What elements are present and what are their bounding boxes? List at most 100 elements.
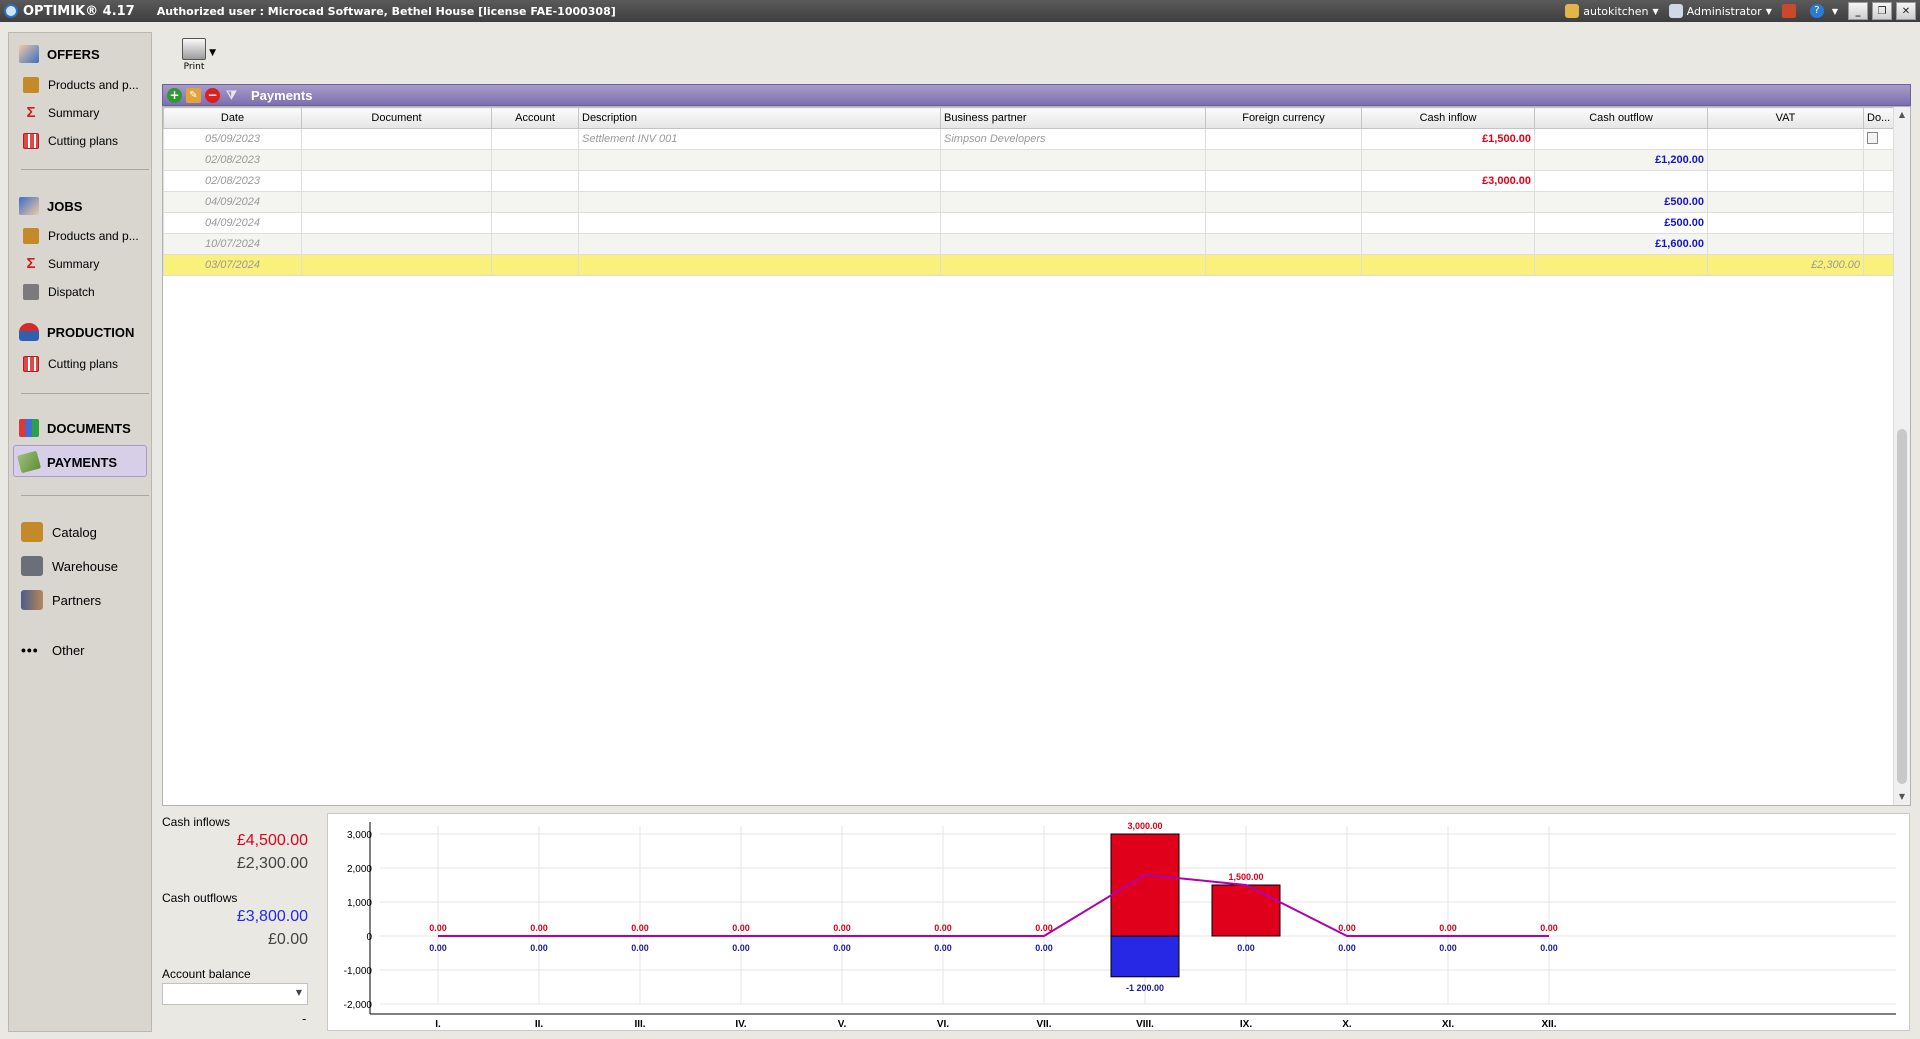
sidebar-section-payments[interactable]: PAYMENTS <box>17 450 117 474</box>
scroll-up-icon[interactable]: ▲ <box>1894 107 1910 123</box>
cell-date: 04/09/2024 <box>163 191 302 213</box>
cell-doc[interactable] <box>1863 128 1894 150</box>
cell-outflow: £500.00 <box>1534 212 1708 234</box>
app-name: OPTIMIK® 4.17 <box>23 3 135 19</box>
cashflow-chart: 3,000 2,000 1,000 0 -1,000 -2,000 0.00 0.00 I. 0.… <box>327 813 1910 1031</box>
document-edit-icon[interactable] <box>1867 131 1878 144</box>
sidebar-item-warehouse[interactable]: Warehouse <box>21 556 118 576</box>
account-select[interactable]: ▼ <box>162 983 308 1005</box>
inflow-data-label: 0.00 <box>530 923 548 933</box>
sidebar-section-offers[interactable]: OFFERS <box>19 45 100 63</box>
outflow-data-label: 0.00 <box>1439 943 1457 953</box>
scroll-down-icon[interactable]: ▼ <box>1894 789 1910 805</box>
col-header-date[interactable]: Date <box>163 107 302 129</box>
col-header-cash-outflow[interactable]: Cash outflow <box>1534 107 1708 129</box>
worker-icon <box>19 323 39 341</box>
cell-inflow <box>1361 254 1535 276</box>
table-row[interactable]: 02/08/2023 £3,000.00 <box>163 170 1894 192</box>
sidebar-section-jobs[interactable]: JOBS <box>19 197 82 215</box>
cell-document <box>301 212 492 234</box>
cell-vat <box>1707 191 1864 213</box>
cell-document <box>301 128 492 150</box>
x-tick-label: V. <box>838 1019 847 1030</box>
project-icon <box>1565 4 1580 18</box>
tools-button[interactable] <box>1781 4 1800 18</box>
cell-description <box>578 212 941 234</box>
filter-icon[interactable]: ⧩ <box>224 88 239 103</box>
cell-partner <box>940 212 1206 234</box>
edit-icon[interactable]: ✎ <box>186 87 201 103</box>
cutting-plan-icon <box>23 133 39 149</box>
cell-foreign <box>1205 212 1362 234</box>
sidebar-item-label: Other <box>52 642 85 658</box>
sidebar-item-label: Warehouse <box>52 558 118 574</box>
sidebar-section-documents[interactable]: DOCUMENTS <box>19 419 131 437</box>
sidebar-item-other[interactable]: ••• Other <box>21 640 85 660</box>
restore-button[interactable]: ❐ <box>1872 2 1892 20</box>
table-row-selected[interactable]: 03/07/2024 £2,300.00 <box>163 254 1894 276</box>
col-header-vat[interactable]: VAT <box>1707 107 1864 129</box>
account-balance-label: Account balance <box>162 967 251 981</box>
cell-account <box>491 233 579 255</box>
x-tick-label: IX. <box>1240 1019 1252 1030</box>
table-row[interactable]: 04/09/2024 £500.00 <box>163 191 1894 213</box>
project-selector[interactable]: autokitchen ▼ <box>1565 4 1659 18</box>
partners-icon <box>21 590 43 610</box>
cell-description <box>578 149 941 171</box>
table-row[interactable]: 05/09/2023 Settlement INV 001 Simpson De… <box>163 128 1894 150</box>
sidebar-item-jobs-products[interactable]: Products and p... <box>23 228 139 244</box>
outflow-data-label: 0.00 <box>1035 943 1053 953</box>
sidebar-section-label: PRODUCTION <box>47 324 135 340</box>
offers-icon <box>19 45 39 63</box>
chart-svg: 3,000 2,000 1,000 0 -1,000 -2,000 0.00 0.00 I. 0.… <box>344 821 1896 1030</box>
sidebar-item-catalog[interactable]: Catalog <box>21 522 97 542</box>
sidebar-item-label: Dispatch <box>48 285 95 299</box>
help-button[interactable]: ? ▼ <box>1809 4 1838 18</box>
table-row[interactable]: 10/07/2024 £1,600.00 <box>163 233 1894 255</box>
sidebar-item-partners[interactable]: Partners <box>21 590 101 610</box>
cell-date: 10/07/2024 <box>163 233 302 255</box>
col-header-business-partner[interactable]: Business partner <box>940 107 1206 129</box>
payments-panel-header: + ✎ − ⧩ Payments <box>162 84 1911 106</box>
cell-account <box>491 170 579 192</box>
col-header-description[interactable]: Description <box>578 107 941 129</box>
add-icon[interactable]: + <box>167 87 182 103</box>
y-tick-label: 1,000 <box>347 898 372 909</box>
scrollbar-thumb[interactable] <box>1897 429 1907 784</box>
cell-vat: £2,300.00 <box>1707 254 1864 276</box>
user-name: Administrator <box>1686 4 1762 18</box>
warehouse-icon <box>21 556 43 576</box>
chevron-down-icon[interactable]: ▼ <box>209 48 216 58</box>
outflow-data-label: 0.00 <box>1338 943 1356 953</box>
delete-icon[interactable]: − <box>205 87 220 103</box>
col-header-foreign-currency[interactable]: Foreign currency <box>1205 107 1362 129</box>
x-tick-label: II. <box>535 1019 544 1030</box>
table-row[interactable]: 02/08/2023 £1,200.00 <box>163 149 1894 171</box>
cell-inflow <box>1361 212 1535 234</box>
sidebar-item-offers-summary[interactable]: Σ Summary <box>23 105 99 121</box>
cell-inflow <box>1361 149 1535 171</box>
table-row[interactable]: 04/09/2024 £500.00 <box>163 212 1894 234</box>
minimize-button[interactable]: _ <box>1848 2 1868 20</box>
col-header-cash-inflow[interactable]: Cash inflow <box>1361 107 1535 129</box>
print-button[interactable]: Print ▼ <box>172 38 216 78</box>
sidebar-section-production[interactable]: PRODUCTION <box>19 323 134 341</box>
sidebar-item-offers-products[interactable]: Products and p... <box>23 77 139 93</box>
sidebar-item-jobs-dispatch[interactable]: Dispatch <box>23 284 95 300</box>
cell-account <box>491 254 579 276</box>
vertical-scrollbar[interactable]: ▲ ▼ <box>1893 107 1910 805</box>
col-header-document[interactable]: Document <box>301 107 492 129</box>
cell-partner <box>940 191 1206 213</box>
close-button[interactable]: ✕ <box>1896 2 1916 20</box>
cell-vat <box>1707 170 1864 192</box>
col-header-account[interactable]: Account <box>491 107 579 129</box>
col-header-document-short[interactable]: Do... <box>1863 107 1894 129</box>
outflow-data-label: -1 200.00 <box>1126 983 1164 993</box>
sidebar-item-offers-cutting-plans[interactable]: Cutting plans <box>23 133 118 149</box>
sidebar-item-label: Summary <box>48 257 100 271</box>
inflow-data-label: 0.00 <box>732 923 750 933</box>
sidebar-item-jobs-summary[interactable]: Σ Summary <box>23 256 99 272</box>
sidebar-item-production-cutting-plans[interactable]: Cutting plans <box>23 356 118 372</box>
dispatch-icon <box>23 284 39 300</box>
user-selector[interactable]: Administrator ▼ <box>1668 4 1772 18</box>
